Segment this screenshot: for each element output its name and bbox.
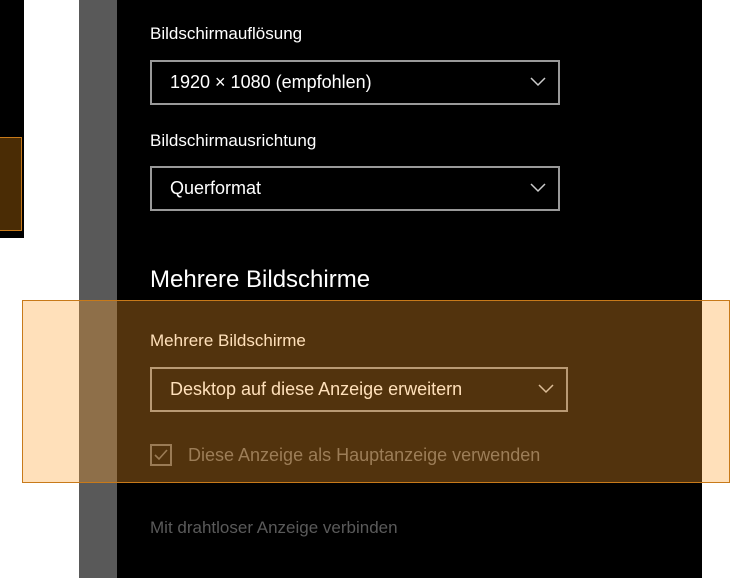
- orientation-value: Querformat: [170, 178, 262, 198]
- multi-display-label: Mehrere Bildschirme: [150, 331, 306, 350]
- chevron-down-icon: [530, 182, 546, 192]
- multi-display-dropdown[interactable]: Desktop auf diese Anzeige erweitern: [150, 367, 568, 412]
- main-display-checkbox-row[interactable]: Diese Anzeige als Hauptanzeige verwenden: [150, 444, 540, 466]
- side-scrollbar[interactable]: [79, 0, 117, 578]
- resolution-value: 1920 × 1080 (empfohlen): [170, 72, 372, 92]
- connect-wireless-display-link[interactable]: Mit drahtloser Anzeige verbinden: [150, 518, 398, 538]
- multi-display-value: Desktop auf diese Anzeige erweitern: [170, 379, 463, 399]
- multi-display-section-title: Mehrere Bildschirme: [150, 266, 371, 293]
- checkmark-icon: [154, 449, 168, 461]
- resolution-label: Bildschirmauflösung: [150, 24, 303, 43]
- main-display-checkbox[interactable]: [150, 444, 172, 466]
- chevron-down-icon: [538, 383, 554, 393]
- background-highlight-fragment: [0, 137, 22, 231]
- chevron-down-icon: [530, 76, 546, 86]
- display-settings-content: Bildschirmauflösung 1920 × 1080 (empfohl…: [150, 0, 710, 578]
- resolution-dropdown[interactable]: 1920 × 1080 (empfohlen): [150, 60, 560, 105]
- screen: Bildschirmauflösung 1920 × 1080 (empfohl…: [0, 0, 730, 578]
- main-display-checkbox-label: Diese Anzeige als Hauptanzeige verwenden: [188, 444, 541, 465]
- orientation-label: Bildschirmausrichtung: [150, 131, 317, 150]
- orientation-dropdown[interactable]: Querformat: [150, 166, 560, 211]
